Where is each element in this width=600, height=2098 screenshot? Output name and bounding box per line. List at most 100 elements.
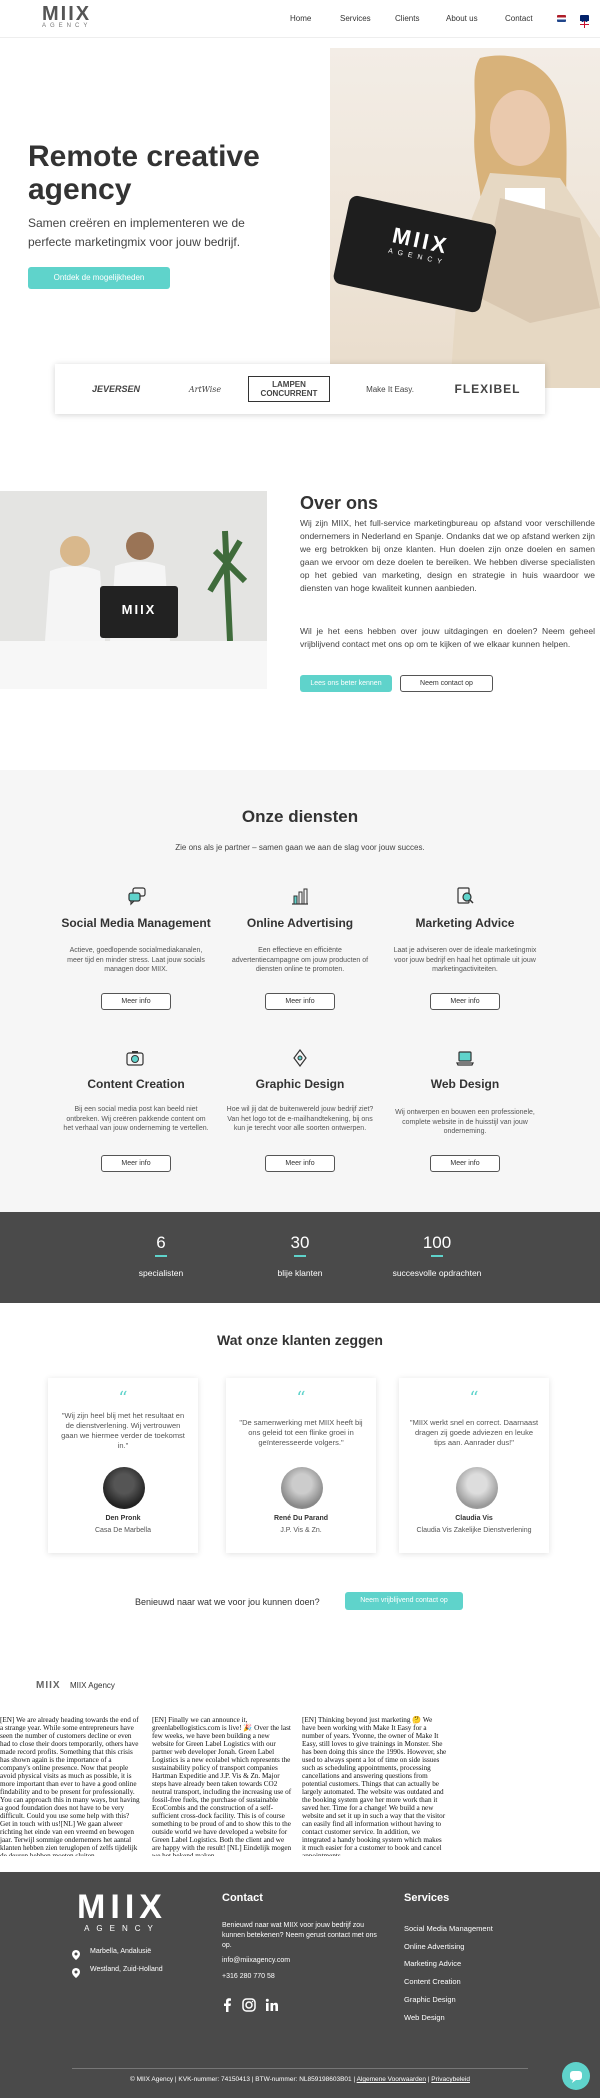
footer-btw: BTW-nummer: NL859198603B01 xyxy=(255,2076,352,2083)
footer-service-link[interactable]: Content Creation xyxy=(404,1977,461,1986)
service-more-button-marketing-advice[interactable]: Meer info xyxy=(430,993,500,1010)
partner-logo-artwise: ArtWise xyxy=(188,384,222,394)
nav-contact[interactable]: Contact xyxy=(505,14,533,23)
footer-service-link[interactable]: Web Design xyxy=(404,2013,445,2022)
service-title-online-advertising: Online Advertising xyxy=(246,916,354,930)
service-more-button-web-design[interactable]: Meer info xyxy=(430,1155,500,1172)
stat-projects-number: 100 xyxy=(422,1233,452,1252)
english-flag-icon[interactable] xyxy=(579,15,590,29)
stats-section xyxy=(0,1212,600,1303)
stat-projects-label: succesvolle opdrachten xyxy=(392,1268,482,1278)
footer-location-2: Westland, Zuid-Holland xyxy=(90,1966,163,1973)
about-paragraph-1: Wij zijn MIIX, het full-service marketin… xyxy=(300,518,595,593)
stat-clients-number: 30 xyxy=(290,1233,310,1252)
services-title: Onze diensten xyxy=(241,807,359,826)
quote-icon: “ xyxy=(296,1388,306,1409)
partner-logo-flexibel: FLEXIBEL xyxy=(454,382,521,396)
quote-icon: “ xyxy=(118,1388,128,1409)
footer-services-title: Services xyxy=(404,1892,450,1904)
footer-service-link[interactable]: Online Advertising xyxy=(404,1942,464,1951)
stat-divider xyxy=(294,1255,306,1257)
chat-widget-button[interactable] xyxy=(562,2062,590,2090)
nav-home[interactable]: Home xyxy=(290,14,311,23)
testimonial-company: Claudia Vis Zakelijke Dienstverlening xyxy=(416,1527,532,1534)
logo-text: MIIX xyxy=(42,3,92,25)
stat-specialists-number: 6 xyxy=(156,1233,166,1252)
footer-bottom-bar: © MIIX Agency | KVK-nummer: 74150413 | B… xyxy=(130,2076,470,2083)
service-title-marketing-advice: Marketing Advice xyxy=(415,916,515,930)
hero-photo: MIIX AGENCY xyxy=(330,48,600,388)
service-title-content-creation: Content Creation xyxy=(87,1077,185,1091)
camera-icon xyxy=(125,1048,145,1068)
service-desc-content-creation: Bij een social media post kan beeld niet… xyxy=(63,1106,209,1132)
pen-tool-icon xyxy=(290,1048,310,1068)
feed-post[interactable]: [EN] Thinking beyond just marketing 🤔 We… xyxy=(302,1716,447,1856)
quote-icon: “ xyxy=(469,1388,479,1409)
logo-subtext: AGENCY xyxy=(42,23,92,29)
service-more-button-graphic-design[interactable]: Meer info xyxy=(265,1155,335,1172)
testimonial-name: Claudia Vis xyxy=(455,1515,493,1522)
footer-contact-text: Benieuwd naar wat MIIX voor jouw bedrijf… xyxy=(222,1922,377,1949)
header-logo[interactable]: MIIX AGENCY xyxy=(42,3,104,33)
footer-service-link[interactable]: Graphic Design xyxy=(404,1995,456,2004)
hero-cta-button[interactable]: Ontdek de mogelijkheden xyxy=(28,267,170,289)
footer-terms-link[interactable]: Algemene Voorwaarden xyxy=(357,2076,426,2083)
about-learn-more-button[interactable]: Lees ons beter kennen xyxy=(300,675,392,692)
bar-chart-icon xyxy=(290,886,310,906)
avatar xyxy=(281,1467,323,1509)
chat-bubbles-icon xyxy=(127,886,147,906)
hero-title: Remote creative agency xyxy=(28,140,260,206)
testimonials-cta-text: Benieuwd naar wat we voor jou kunnen doe… xyxy=(135,1597,320,1607)
hero-subtitle: Samen creëren en implementeren we de per… xyxy=(28,216,245,249)
instagram-icon[interactable] xyxy=(242,1998,256,2012)
testimonial-name: Den Pronk xyxy=(105,1515,141,1522)
footer-service-link[interactable]: Social Media Management xyxy=(404,1924,493,1933)
nav-services[interactable]: Services xyxy=(340,14,371,23)
feed-logo: MIIX xyxy=(36,1680,61,1691)
footer-service-link[interactable]: Marketing Advice xyxy=(404,1959,461,1968)
stat-specialists-label: specialisten xyxy=(138,1268,184,1278)
partner-logo-jeversen: JEVERSEN xyxy=(91,384,141,394)
testimonial-quote: "MIIX werkt snel en correct. Daarnaast d… xyxy=(409,1418,539,1447)
nav-clients[interactable]: Clients xyxy=(395,14,419,23)
services-subtitle: Zie ons als je partner – samen gaan we a… xyxy=(175,843,425,852)
footer-location-1: Marbella, Andalusië xyxy=(90,1948,152,1955)
testimonials-cta-button[interactable]: Neem vrijblijvend contact op xyxy=(345,1592,463,1610)
service-desc-online-advertising: Een effectieve en efficiënte advertentie… xyxy=(231,947,369,973)
service-desc-social-media: Actieve, goedlopende socialmediakanalen,… xyxy=(67,947,205,973)
service-title-graphic-design: Graphic Design xyxy=(255,1077,345,1091)
about-title: Over ons xyxy=(300,493,379,513)
linkedin-icon[interactable] xyxy=(265,1998,279,2012)
footer-copyright: © MIIX Agency xyxy=(130,2076,174,2083)
feed-post[interactable]: [EN] Finally we can announce it, greenla… xyxy=(152,1716,292,1856)
stat-divider xyxy=(431,1255,443,1257)
nav-about[interactable]: About us xyxy=(446,14,478,23)
footer-privacy-link[interactable]: Privacybeleid xyxy=(431,2076,470,2083)
about-paragraph-2: Wil je het eens hebben over jouw uitdagi… xyxy=(300,626,595,649)
dutch-flag-icon[interactable] xyxy=(557,15,566,22)
laptop-icon xyxy=(455,1048,475,1068)
location-pin-icon xyxy=(72,1965,80,1978)
service-more-button-content-creation[interactable]: Meer info xyxy=(101,1155,171,1172)
document-search-icon xyxy=(455,886,475,906)
footer-phone[interactable]: +316 280 770 58 xyxy=(222,1972,275,1982)
facebook-icon[interactable] xyxy=(222,1998,232,2012)
footer-divider xyxy=(72,2068,528,2069)
testimonials-title: Wat onze klanten zeggen xyxy=(217,1332,383,1348)
footer-logo[interactable]: MIIX AGENCY xyxy=(72,1890,172,1933)
stat-divider xyxy=(155,1255,167,1257)
feed-account-name[interactable]: MIIX Agency xyxy=(70,1681,115,1690)
footer-email[interactable]: info@miixagency.com xyxy=(222,1956,290,1966)
footer-logo-subtext: AGENCY xyxy=(84,1924,160,1933)
partner-logo-lampen-concurrent: LAMPEN CONCURRENT xyxy=(248,376,330,402)
about-laptop-logo: MIIX xyxy=(121,602,157,617)
about-team-photo: MIIX xyxy=(0,491,267,689)
about-contact-button[interactable]: Neem contact op xyxy=(400,675,493,692)
service-desc-graphic-design: Hoe wil jij dat de buitenwereld jouw bed… xyxy=(226,1106,374,1132)
feed-post[interactable]: [EN] We are already heading towards the … xyxy=(0,1716,140,1856)
service-more-button-online-advertising[interactable]: Meer info xyxy=(265,993,335,1010)
partner-logo-make-it-easy: Make It Easy. xyxy=(366,384,414,394)
avatar xyxy=(103,1467,145,1509)
service-more-button-social-media[interactable]: Meer info xyxy=(101,993,171,1010)
testimonial-company: J.P. Vis & Zn. xyxy=(280,1527,322,1534)
